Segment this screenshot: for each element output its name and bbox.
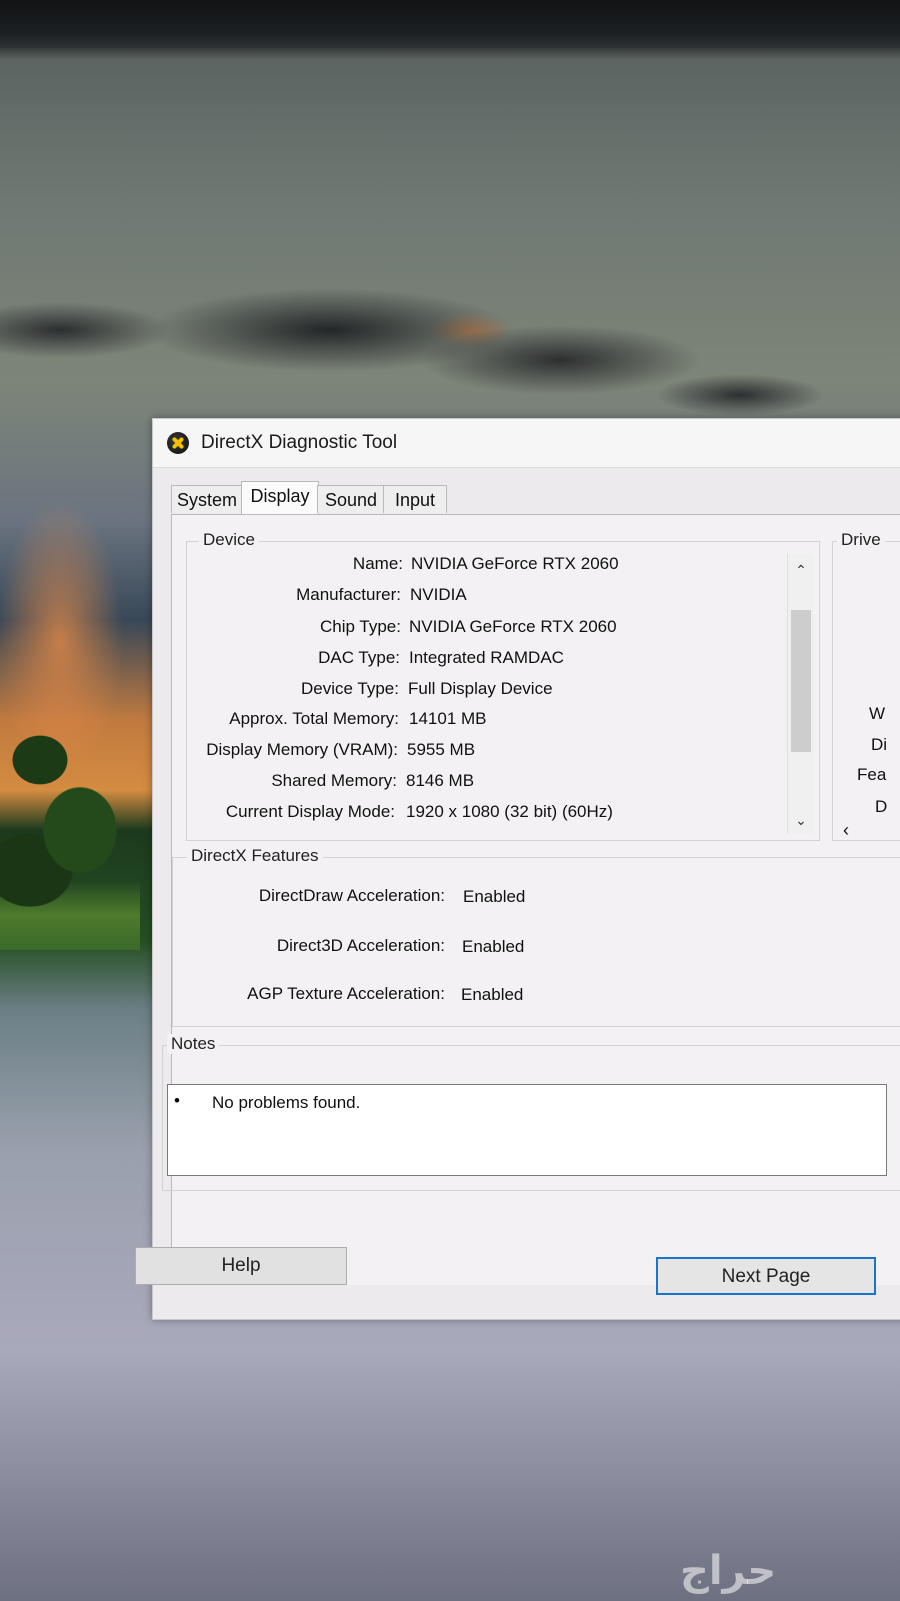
field-label: Name: <box>352 554 403 573</box>
field-label: Chip Type: <box>320 617 401 636</box>
field-label: Shared Memory: <box>271 771 397 790</box>
drivers-group-title: Drive <box>837 530 885 550</box>
window-title: DirectX Diagnostic Tool <box>201 432 398 453</box>
device-row-shared-memory: Shared Memory: <box>187 771 397 793</box>
tab-display[interactable]: Display <box>241 481 319 514</box>
device-row-dac-type: DAC Type: <box>187 648 400 670</box>
display-tab-panel: Device Name: NVIDIA GeForce RTX 2060 Man… <box>162 514 900 1285</box>
feature-row-directdraw: DirectDraw Acceleration: <box>173 886 445 908</box>
field-value-direct3d: Enabled <box>462 937 525 956</box>
field-value-directdraw: Enabled <box>463 887 526 906</box>
field-value-agp: Enabled <box>461 985 524 1004</box>
chevron-up-icon[interactable]: ⌃ <box>788 558 814 582</box>
device-group-title: Device <box>199 530 259 550</box>
notes-textbox[interactable]: • No problems found. <box>167 1084 887 1176</box>
device-row-device-type: Device Type: <box>187 679 399 701</box>
next-page-button[interactable]: Next Page <box>656 1257 876 1295</box>
field-value-device-type: Full Display Device <box>408 679 553 698</box>
device-row-chip-type: Chip Type: <box>187 617 401 639</box>
title-bar[interactable]: DirectX Diagnostic Tool <box>153 419 900 468</box>
device-row-manufacturer: Manufacturer: <box>187 585 401 607</box>
field-label: Current Display Mode: <box>225 802 395 821</box>
field-label: Approx. Total Memory: <box>229 709 399 728</box>
field-value-manufacturer: NVIDIA <box>410 585 467 604</box>
dxdiag-window: DirectX Diagnostic Tool System Display S… <box>135 418 900 1320</box>
notes-group: Notes • No problems found. <box>162 1034 900 1191</box>
monitor-bezel <box>0 0 900 48</box>
field-label: Display Memory (VRAM): <box>206 740 398 759</box>
tab-system[interactable]: System <box>171 485 243 513</box>
device-scrollbar[interactable]: ⌃ ⌄ <box>787 554 814 834</box>
device-row-name: Name: <box>187 554 403 576</box>
field-value-dac-type: Integrated RAMDAC <box>409 648 564 667</box>
field-value-shared-memory: 8146 MB <box>406 771 475 790</box>
bullet-icon: • <box>174 1091 180 1110</box>
field-value-name: NVIDIA GeForce RTX 2060 <box>411 554 619 573</box>
field-label: Device Type: <box>301 679 399 698</box>
chevron-down-icon[interactable]: ⌄ <box>788 808 814 832</box>
notes-title: Notes <box>167 1034 220 1054</box>
field-value-total-memory: 14101 MB <box>409 709 487 728</box>
drivers-partial-label: Fea <box>857 765 887 784</box>
drivers-group: Drive W Di Fea D ‹ <box>832 530 900 841</box>
drivers-partial-label: D <box>875 797 888 816</box>
field-label: AGP Texture Acceleration: <box>247 984 445 1003</box>
directx-app-icon <box>167 432 189 454</box>
chevron-left-icon[interactable]: ‹ <box>843 820 849 841</box>
field-value-chip-type: NVIDIA GeForce RTX 2060 <box>409 617 617 636</box>
tab-input[interactable]: Input <box>383 485 447 513</box>
feature-row-direct3d: Direct3D Acceleration: <box>173 936 445 958</box>
device-row-display-mode: Current Display Mode: <box>187 802 395 824</box>
drivers-partial-label: W <box>869 704 886 723</box>
device-row-total-memory: Approx. Total Memory: <box>187 709 399 731</box>
field-label: Manufacturer: <box>296 585 401 604</box>
field-label: Direct3D Acceleration: <box>276 936 445 955</box>
help-button[interactable]: Help <box>135 1247 347 1285</box>
directx-features-group: DirectX Features DirectDraw Acceleration… <box>172 846 900 1027</box>
directx-features-title: DirectX Features <box>187 846 323 866</box>
scrollbar-thumb[interactable] <box>791 610 811 752</box>
watermark-logo: حراج <box>680 1548 777 1594</box>
field-value-vram: 5955 MB <box>407 740 476 759</box>
tab-sound[interactable]: Sound <box>317 485 385 513</box>
notes-item: No problems found. <box>212 1093 361 1112</box>
wallpaper-trees <box>0 720 140 950</box>
drivers-partial-label: Di <box>871 735 888 754</box>
field-value-display-mode: 1920 x 1080 (32 bit) (60Hz) <box>406 802 613 821</box>
device-group: Device Name: NVIDIA GeForce RTX 2060 Man… <box>186 530 820 841</box>
field-label: DAC Type: <box>318 648 400 667</box>
field-label: DirectDraw Acceleration: <box>258 886 445 905</box>
device-row-vram: Display Memory (VRAM): <box>187 740 398 762</box>
feature-row-agp: AGP Texture Acceleration: <box>173 984 445 1006</box>
